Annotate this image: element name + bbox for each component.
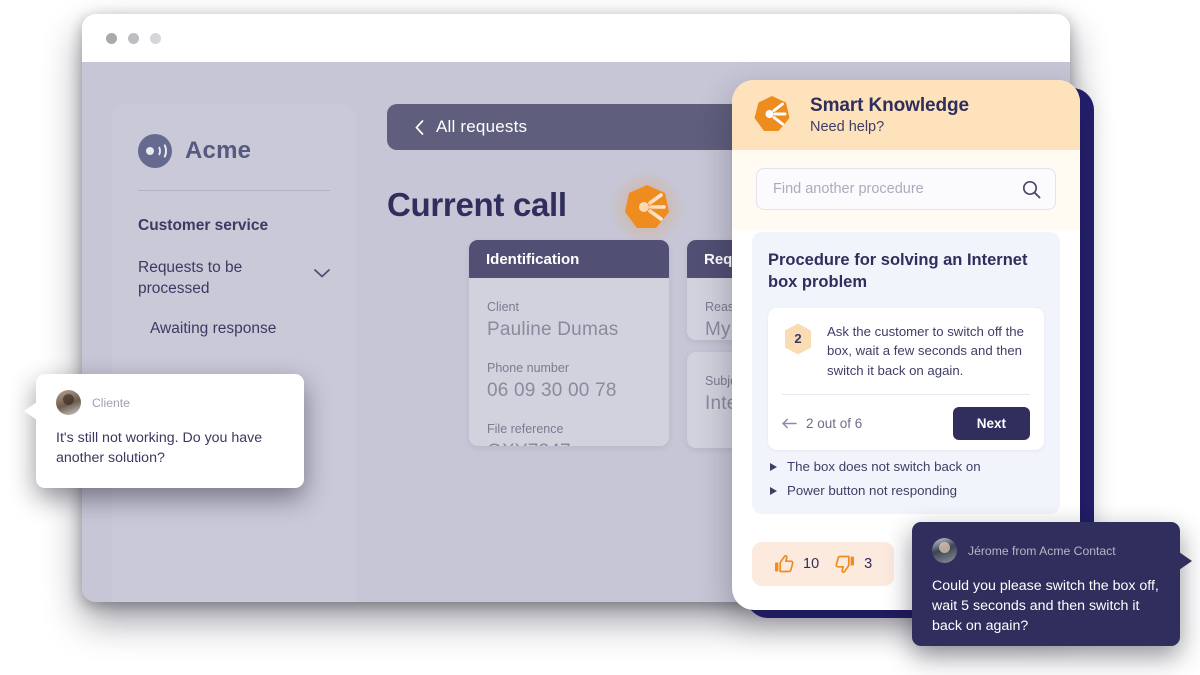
next-button[interactable]: Next xyxy=(952,407,1030,441)
agent-avatar xyxy=(932,538,957,563)
sidebar-subitem-label: Awaiting response xyxy=(150,319,277,337)
sidebar-divider xyxy=(138,190,330,191)
bubble-message: Could you please switch the box off, wai… xyxy=(932,578,1159,635)
chat-bubble-client: Cliente It's still not working. Do you h… xyxy=(24,374,304,488)
related-item-box-does-not-switch-back-on[interactable]: The box does not switch back on xyxy=(768,450,1044,474)
search-field[interactable] xyxy=(756,168,1056,210)
field-label-client: Client xyxy=(487,300,519,314)
step-number-hexagon: 2 xyxy=(782,322,814,356)
sidebar-item-requests-to-be-processed[interactable]: Requests to be processed xyxy=(138,257,330,300)
speaker-wave-icon xyxy=(138,134,172,168)
search-input[interactable] xyxy=(773,181,998,197)
procedure-step-card: 2 Ask the customer to switch off the box… xyxy=(768,307,1044,451)
page-title: Current call xyxy=(387,186,567,223)
panel-title: Smart Knowledge xyxy=(810,95,969,116)
procedure-step-row: 2 Ask the customer to switch off the box… xyxy=(782,322,1030,381)
sidebar-nav: Customer service Requests to be processe… xyxy=(138,217,330,338)
procedure-title: Procedure for solving an Internet box pr… xyxy=(768,251,1028,291)
search-icon[interactable] xyxy=(1022,180,1041,199)
bubble-header: Jérome from Acme Contact xyxy=(932,538,1160,563)
search-section xyxy=(732,150,1080,230)
smart-knowledge-header: Smart Knowledge Need help? xyxy=(732,80,1080,150)
smart-knowledge-header-text: Smart Knowledge Need help? xyxy=(810,95,969,135)
thumbs-down-count: 3 xyxy=(864,556,873,572)
step-counter-label: 2 out of 6 xyxy=(806,416,863,432)
sidebar-item-awaiting-response[interactable]: Awaiting response xyxy=(150,320,330,338)
brand: Acme xyxy=(138,134,330,168)
procedure-section: Procedure for solving an Internet box pr… xyxy=(752,232,1060,515)
chat-bubble-agent: Jérome from Acme Contact Could you pleas… xyxy=(912,522,1192,646)
bubble-author: Jérome from Acme Contact xyxy=(968,543,1116,558)
field-value-phone: 06 09 30 00 78 xyxy=(487,380,617,401)
triangle-right-icon xyxy=(770,462,777,471)
brand-name: Acme xyxy=(185,137,252,164)
launcher-glow xyxy=(608,169,686,247)
field-value-file-reference: OXY7347 xyxy=(487,441,651,446)
sidebar-section-title: Customer service xyxy=(138,217,269,234)
thumbs-up-group[interactable]: 10 xyxy=(774,554,819,574)
card-body: Client Pauline Dumas Phone number 06 09 … xyxy=(469,278,669,446)
card-identification: Identification Client Pauline Dumas Phon… xyxy=(469,240,669,446)
client-avatar xyxy=(56,390,81,415)
step-navigation: 2 out of 6 Next xyxy=(782,395,1030,441)
panel-subtitle: Need help? xyxy=(810,119,885,135)
field-label-file-reference: File reference xyxy=(487,422,564,436)
thumbs-up-icon[interactable] xyxy=(774,554,794,574)
bubble-header: Cliente xyxy=(56,390,284,415)
bubble-author: Cliente xyxy=(92,395,130,410)
window-close-button[interactable] xyxy=(106,32,117,44)
step-text: Ask the customer to switch off the box, … xyxy=(827,323,1024,378)
smart-knowledge-launcher-button[interactable] xyxy=(608,169,686,247)
step-number: 2 xyxy=(794,331,802,347)
field-label-phone: Phone number xyxy=(487,361,570,375)
window-titlebar xyxy=(82,14,1070,62)
breadcrumb-label: All requests xyxy=(436,117,528,136)
bubble-message: It's still not working. Do you have anot… xyxy=(56,430,263,467)
sidebar: Acme Customer service Requests to be pro… xyxy=(112,104,356,602)
related-item-label: Power button not responding xyxy=(787,483,958,499)
thumbs-down-group[interactable]: 3 xyxy=(835,554,872,574)
sidebar-item-label: Requests to be processed xyxy=(138,259,243,298)
window-maximize-button[interactable] xyxy=(150,32,161,44)
arrow-left-icon[interactable] xyxy=(782,418,797,429)
field-value-client: Pauline Dumas xyxy=(487,319,619,340)
screenshot-root: Acme Customer service Requests to be pro… xyxy=(0,0,1200,675)
related-item-label: The box does not switch back on xyxy=(787,459,981,475)
chevron-left-icon xyxy=(415,119,424,135)
card-title: Identification xyxy=(469,240,669,278)
smart-knowledge-hexagon-icon xyxy=(754,96,790,131)
feedback-bar: 10 3 xyxy=(752,542,895,586)
thumbs-down-icon[interactable] xyxy=(835,554,855,574)
step-counter-group[interactable]: 2 out of 6 xyxy=(782,416,862,431)
thumbs-up-count: 10 xyxy=(803,556,820,572)
chevron-down-icon xyxy=(314,269,330,278)
triangle-right-icon xyxy=(770,486,777,495)
related-item-power-button-not-responding[interactable]: Power button not responding xyxy=(768,474,1044,498)
window-minimize-button[interactable] xyxy=(128,32,139,44)
